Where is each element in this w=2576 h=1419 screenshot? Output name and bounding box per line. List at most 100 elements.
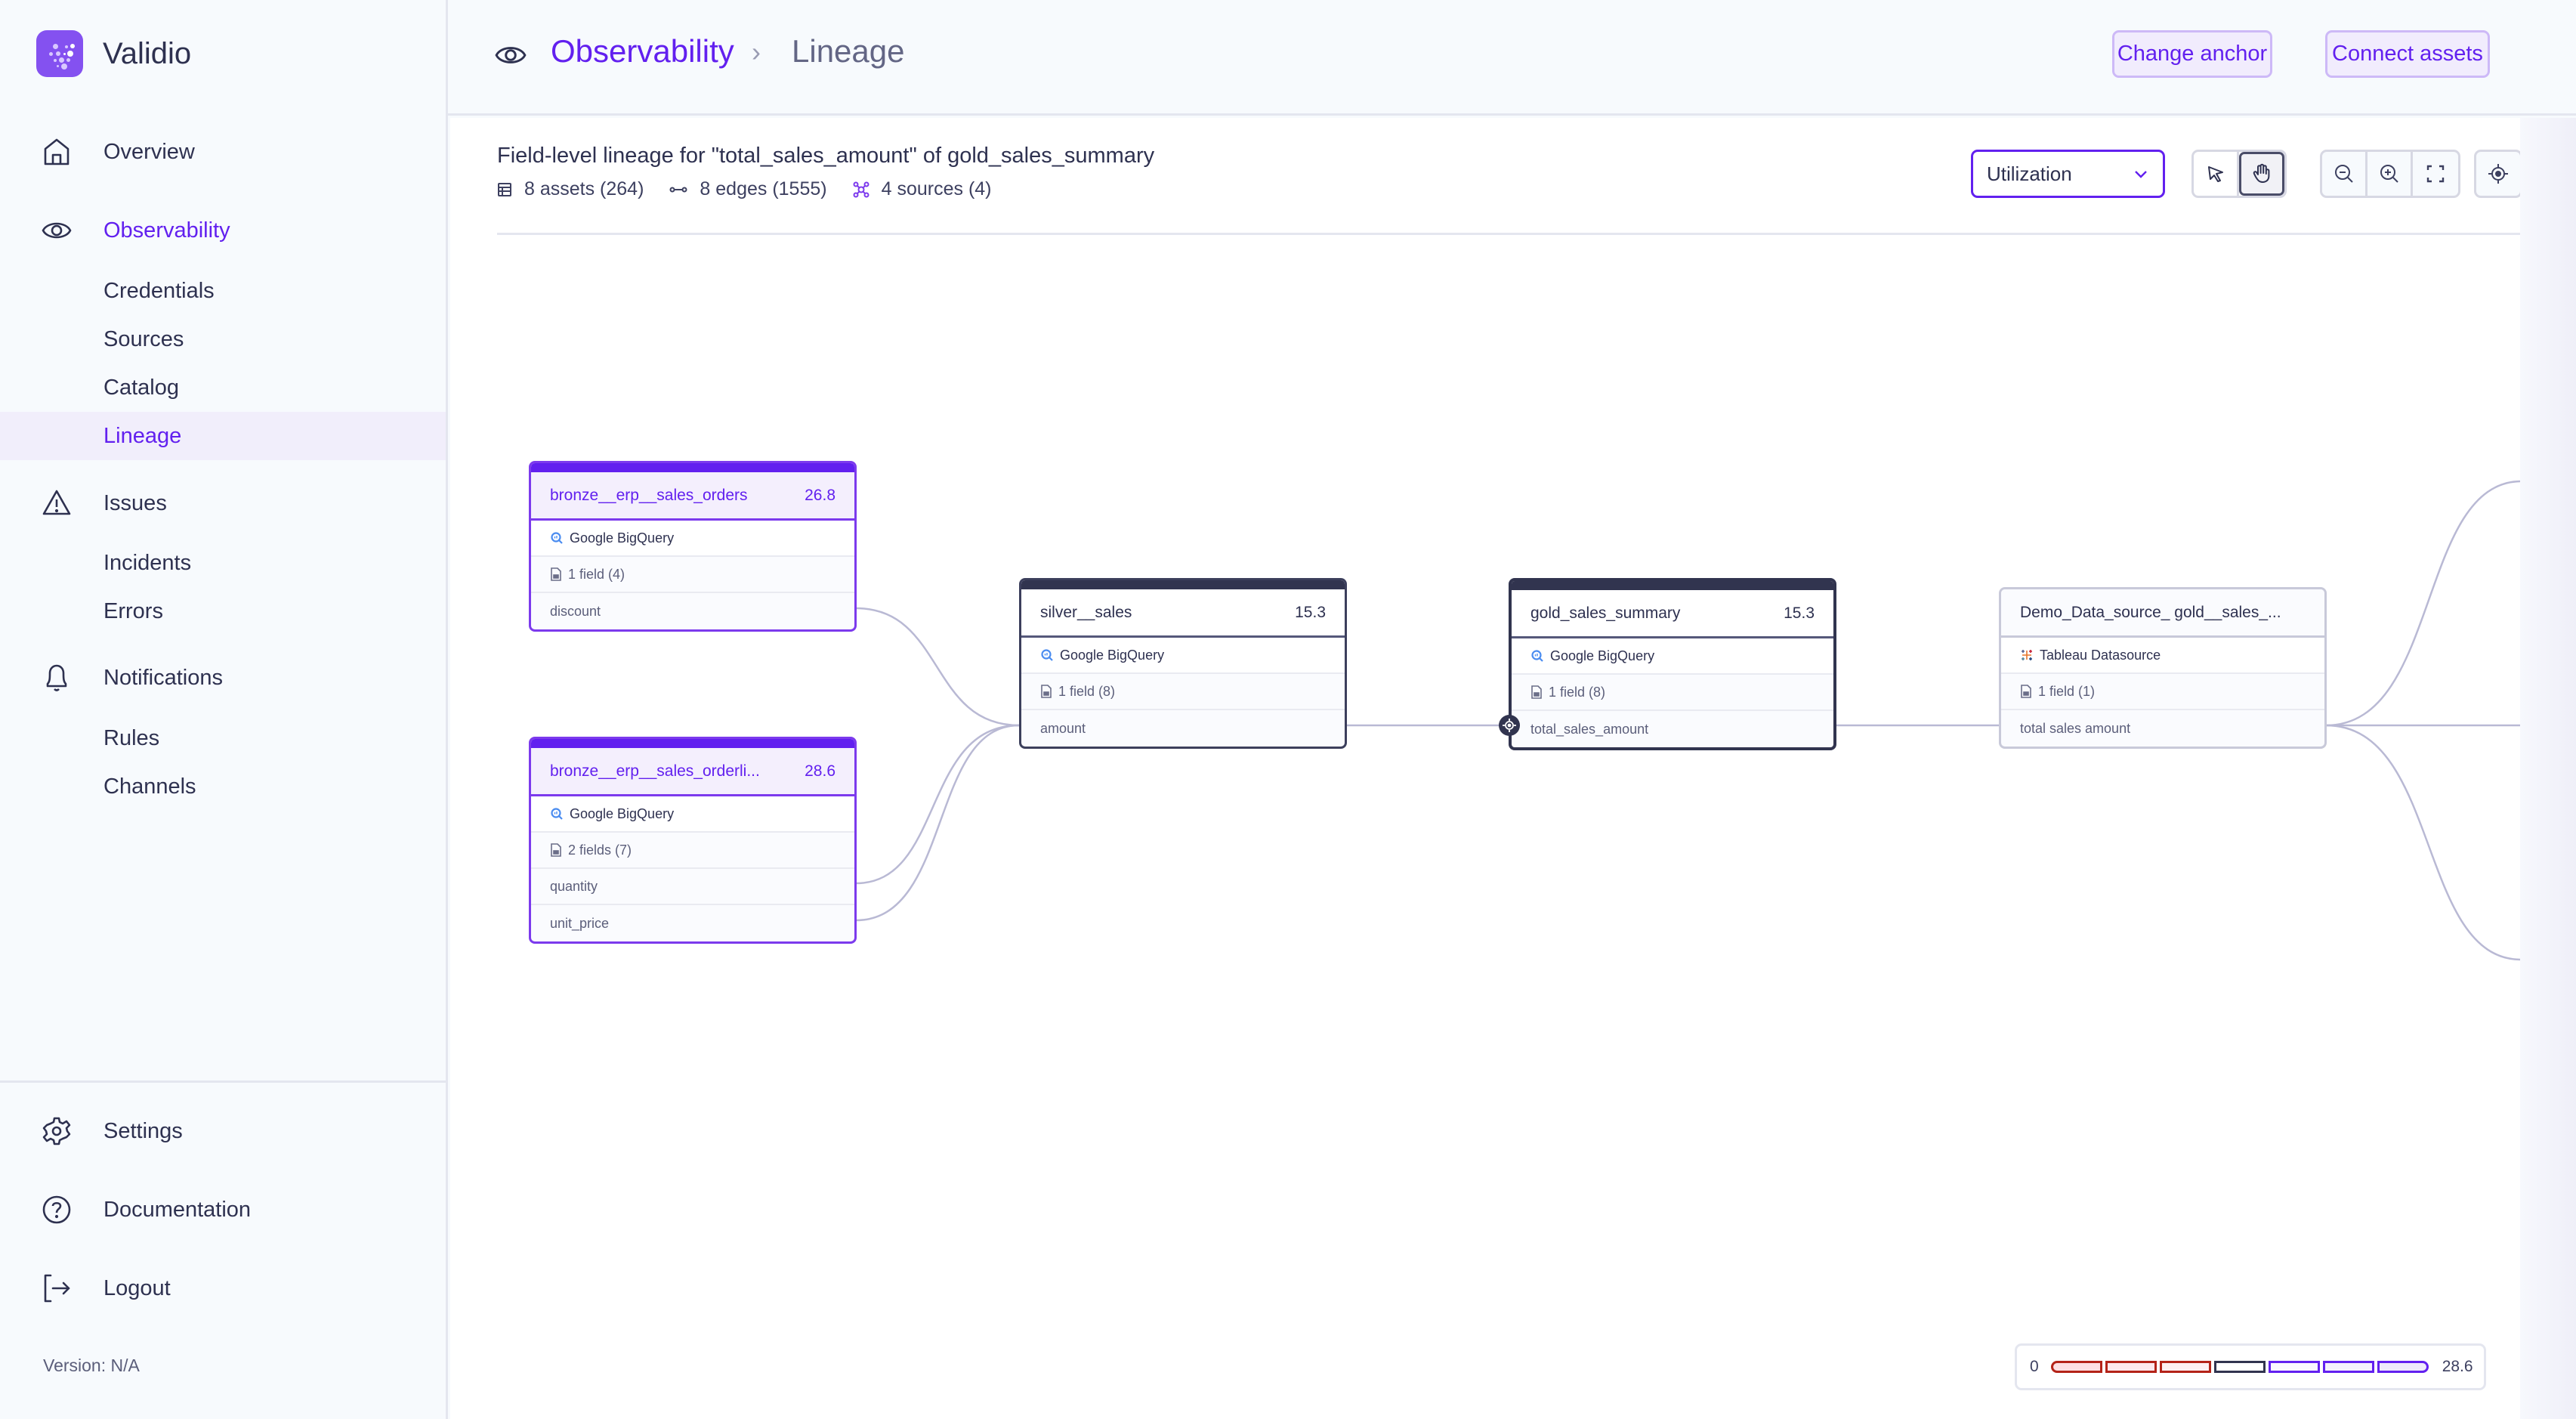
legend-segment: [2050, 1361, 2102, 1373]
node-field[interactable]: amount: [1021, 710, 1345, 747]
sidebar-item-label: Observability: [103, 218, 230, 243]
sources-graph-icon: [853, 181, 869, 197]
bigquery-icon: [551, 532, 563, 544]
sidebar-item-overview[interactable]: Overview: [0, 128, 446, 176]
sidebar-item-credentials[interactable]: Credentials: [0, 267, 446, 315]
node-name: gold_sales_summary: [1530, 604, 1681, 622]
sidebar-item-label: Notifications: [103, 665, 223, 690]
fit-view-button[interactable]: [2413, 152, 2458, 196]
node-field[interactable]: quantity: [531, 869, 854, 905]
lineage-node[interactable]: silver__sales 15.3 Google BigQuery 1 fie…: [1019, 578, 1347, 749]
pan-hand-button[interactable]: [2239, 152, 2284, 196]
sidebar-item-notifications[interactable]: Notifications: [0, 654, 446, 702]
warning-icon: [42, 490, 71, 515]
node-fields-summary[interactable]: 1 field (8): [1512, 675, 1833, 711]
sidebar-item-label: Settings: [103, 1118, 183, 1143]
node-source-label: Google BigQuery: [570, 530, 675, 546]
node-header: gold_sales_summary 15.3: [1512, 590, 1833, 638]
validio-logo-icon: [36, 30, 83, 77]
eye-icon: [42, 222, 72, 239]
sidebar-item-errors[interactable]: Errors: [0, 587, 446, 635]
breadcrumb-separator: ›: [752, 36, 761, 67]
node-fields-summary-label: 1 field (8): [1549, 684, 1606, 700]
crosshair-icon: [2488, 164, 2508, 184]
node-color-bar: [1512, 581, 1833, 590]
node-fields-summary-label: 1 field (8): [1058, 683, 1116, 699]
file-icon: [2021, 685, 2031, 698]
file-icon: [1531, 685, 1542, 699]
node-score: 26.8: [805, 486, 836, 504]
zoom-out-button[interactable]: [2322, 152, 2368, 196]
zoom-out-icon: [2334, 165, 2353, 183]
node-source: Google BigQuery: [531, 796, 854, 833]
lineage-node[interactable]: bronze__erp__sales_orders 26.8 Google Bi…: [529, 461, 857, 632]
sidebar-item-label: Sources: [103, 326, 184, 351]
node-fields-summary[interactable]: 1 field (1): [2001, 674, 2324, 710]
node-field[interactable]: unit_price: [531, 905, 854, 941]
anchor-marker: [1499, 715, 1520, 736]
change-anchor-button[interactable]: Change anchor: [2112, 30, 2272, 78]
crosshair-icon: [1503, 719, 1516, 732]
sidebar-item-settings[interactable]: Settings: [0, 1107, 446, 1155]
sidebar-item-catalog[interactable]: Catalog: [0, 363, 446, 412]
app-name: Validio: [103, 36, 192, 70]
sidebar-item-observability[interactable]: Observability: [0, 206, 446, 255]
legend-segment: [2213, 1361, 2266, 1373]
lineage-node-anchor[interactable]: gold_sales_summary 15.3 Google BigQuery …: [1509, 578, 1836, 750]
home-icon: [44, 138, 69, 165]
breadcrumb-observability[interactable]: Observability: [551, 33, 734, 70]
cursor-pointer-icon: [2207, 166, 2223, 182]
sidebar-item-channels[interactable]: Channels: [0, 762, 446, 811]
assets-count: 8 assets (264): [497, 178, 644, 200]
fullscreen-icon: [2426, 165, 2445, 183]
center-anchor-button[interactable]: [2476, 152, 2520, 196]
legend-segment: [2377, 1361, 2429, 1373]
node-field[interactable]: total_sales_amount: [1512, 711, 1833, 747]
lineage-node[interactable]: Demo_Data_source_ gold__sales_... Tablea…: [1999, 587, 2327, 749]
edge-icon: [669, 187, 687, 192]
gear-icon: [42, 1117, 71, 1145]
node-field[interactable]: discount: [531, 593, 854, 629]
sidebar-item-issues[interactable]: Issues: [0, 479, 446, 527]
node-header: Demo_Data_source_ gold__sales_...: [2001, 589, 2324, 638]
eye-icon: [495, 47, 527, 63]
sidebar-item-documentation[interactable]: Documentation: [0, 1186, 446, 1234]
tableau-icon: [2022, 650, 2032, 660]
node-name: bronze__erp__sales_orders: [550, 486, 748, 504]
view-mode-select[interactable]: Utilization: [1971, 150, 2165, 198]
connect-assets-button[interactable]: Connect assets: [2325, 30, 2490, 78]
file-icon: [1041, 685, 1052, 698]
sidebar-item-incidents[interactable]: Incidents: [0, 539, 446, 587]
legend-segment: [2105, 1361, 2157, 1373]
node-fields-summary-label: 1 field (1): [2038, 683, 2096, 699]
sources-count: 4 sources (4): [853, 178, 992, 200]
sidebar-item-sources[interactable]: Sources: [0, 315, 446, 363]
lineage-meta: 8 assets (264) 8 edges (1555) 4 sources …: [497, 178, 1018, 200]
node-name: bronze__erp__sales_orderli...: [550, 762, 760, 780]
sidebar-item-label: Issues: [103, 490, 167, 515]
lineage-node[interactable]: bronze__erp__sales_orderli... 28.6 Googl…: [529, 737, 857, 944]
node-field[interactable]: total sales amount: [2001, 710, 2324, 747]
node-score: 28.6: [805, 762, 836, 780]
sidebar-item-label: Lineage: [103, 423, 182, 448]
legend-min: 0: [2030, 1358, 2039, 1375]
zoom-in-button[interactable]: [2368, 152, 2413, 196]
zoom-controls: [2320, 150, 2460, 198]
sidebar-item-label: Overview: [103, 139, 195, 164]
node-name: silver__sales: [1040, 603, 1132, 621]
app-logo[interactable]: Validio: [36, 30, 191, 77]
node-fields-summary[interactable]: 1 field (4): [531, 557, 854, 593]
file-icon: [551, 567, 561, 581]
breadcrumb-current: Lineage: [792, 33, 905, 69]
sidebar-item-label: Incidents: [103, 550, 192, 575]
chevron-down-icon: [2135, 171, 2147, 178]
node-fields-summary[interactable]: 1 field (8): [1021, 674, 1345, 710]
node-fields-summary[interactable]: 2 fields (7): [531, 833, 854, 869]
node-color-bar: [1021, 580, 1345, 589]
sidebar-item-rules[interactable]: Rules: [0, 714, 446, 762]
sidebar-item-lineage[interactable]: Lineage: [0, 412, 446, 460]
lineage-title: Field-level lineage for "total_sales_amo…: [497, 144, 1155, 168]
legend-max: 28.6: [2442, 1358, 2473, 1375]
select-pointer-button[interactable]: [2194, 152, 2239, 196]
sidebar-item-logout[interactable]: Logout: [0, 1264, 446, 1312]
